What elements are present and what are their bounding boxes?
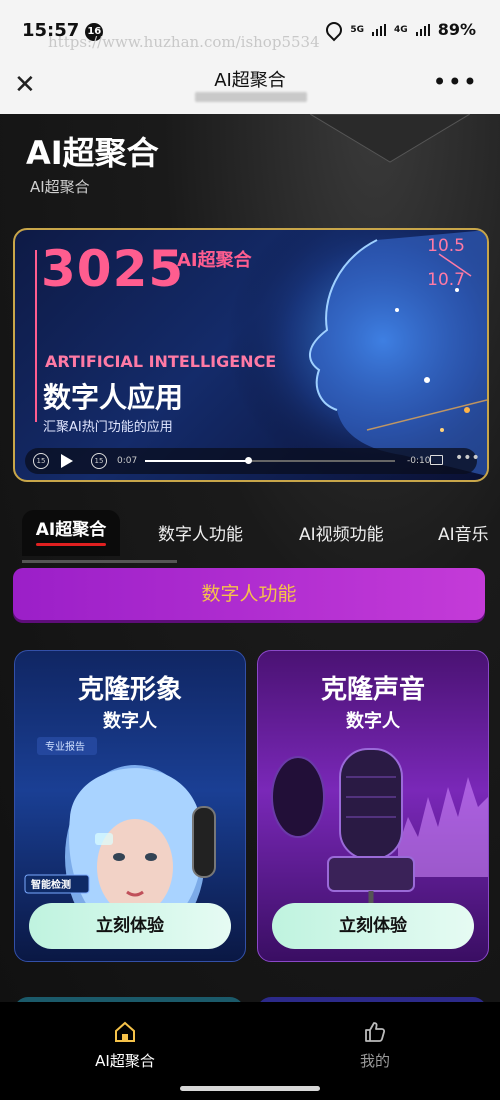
video-eyebrow: ARTIFICIAL INTELLIGENCE [45, 352, 277, 371]
current-time: 0:07 [117, 456, 138, 466]
category-tabs: AI超聚合 数字人功能 AI视频功能 AI音乐 [0, 510, 500, 566]
try-now-button[interactable]: 立刻体验 [272, 903, 474, 949]
card-tag-detect: 智能检测 [31, 878, 71, 891]
tab-ai-video[interactable]: AI视频功能 [299, 520, 384, 545]
card-subtitle: 数字人 [103, 711, 157, 732]
promo-video[interactable]: 3025 AI超聚合 10.5 10.7 ARTIFICIAL INTELLIG… [13, 228, 489, 482]
hero-title: AI超聚合 [26, 134, 159, 172]
thumbs-up-icon [365, 1022, 386, 1042]
card-subtitle: 数字人 [346, 711, 400, 732]
event-date-end: 10.7 [427, 270, 465, 290]
video-caption: 汇聚AI热门功能的应用 [43, 420, 173, 435]
tabs-scroll-indicator [22, 560, 177, 563]
bottom-nav-home[interactable]: AI超聚合 [65, 1020, 185, 1071]
card-tag-report: 专业报告 [45, 740, 85, 753]
play-icon[interactable] [61, 454, 73, 468]
tab-ai-music[interactable]: AI音乐 [438, 520, 489, 545]
battery-level: 89% [437, 20, 476, 39]
forward-icon[interactable]: 15 [91, 453, 107, 469]
tab-ai-aggregate[interactable]: AI超聚合 [22, 510, 120, 556]
hero-subtitle: AI超聚合 [30, 178, 90, 196]
card-title: 克隆声音 [320, 675, 425, 705]
feature-card-clone-image[interactable]: 克隆形象 数字人 专业报告 智能检测 立刻体验 [14, 650, 246, 962]
status-icons: 5G 4G 89% [323, 18, 476, 41]
rewind-icon[interactable]: 15 [33, 453, 49, 469]
home-indicator[interactable] [180, 1086, 320, 1091]
remaining-time: -0:10 [407, 456, 431, 466]
bottom-nav-mine[interactable]: 我的 [315, 1020, 435, 1071]
accent-line [35, 250, 37, 422]
video-progress [145, 460, 248, 462]
url-watermark: https://www.huzhan.com/ishop5534 [48, 33, 320, 51]
video-scrubber[interactable] [145, 457, 395, 464]
location-icon [323, 18, 346, 41]
airplay-icon[interactable] [430, 455, 443, 465]
tab-digital-human[interactable]: 数字人功能 [158, 520, 243, 545]
signal-5g-icon: 5G [350, 24, 365, 35]
feature-card-clone-voice[interactable]: 克隆声音 数字人 立刻体验 [257, 650, 489, 962]
more-icon[interactable]: ••• [455, 450, 480, 466]
signal-bars-icon [372, 23, 387, 36]
more-icon[interactable]: ••• [433, 68, 478, 96]
main-content: AI超聚合 AI超聚合 3025 AI超聚合 10.5 10.7 ARTIFIC… [0, 114, 500, 1002]
signal-4g-icon: 4G [394, 24, 408, 35]
status-bar: 15:57 16 https://www.huzhan.com/ishop5534… [0, 0, 500, 60]
page-title: AI超聚合 [214, 70, 286, 91]
video-headline: 数字人应用 [43, 381, 184, 414]
top-navbar: ✕ AI超聚合 ••• [0, 60, 500, 114]
try-now-button[interactable]: 立刻体验 [29, 903, 231, 949]
home-icon [115, 1021, 135, 1042]
decorative-light-shape [310, 114, 470, 163]
video-controls: 15 15 0:07 -0:10 ••• [25, 448, 480, 474]
event-label: AI超聚合 [177, 250, 252, 271]
card-title: 克隆形象 [77, 675, 182, 705]
signal-bars-icon [415, 23, 430, 36]
event-year: 3025 [41, 240, 185, 298]
page-domain-blurred [195, 92, 307, 102]
scrubber-handle[interactable] [244, 457, 252, 464]
section-header-digital-human[interactable]: 数字人功能 [13, 568, 485, 620]
active-tab-underline [36, 543, 106, 546]
